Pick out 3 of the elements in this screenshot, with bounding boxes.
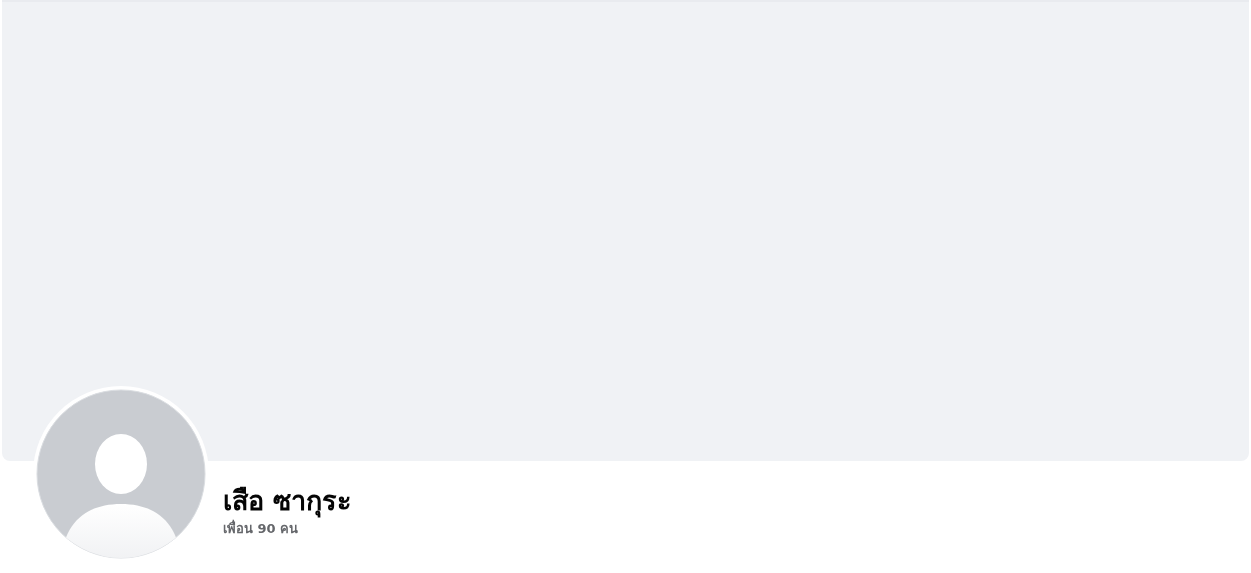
friends-count[interactable]: เพื่อน 90 คน [223, 520, 353, 538]
avatar-icon[interactable] [33, 386, 209, 562]
profile-name: เสือ ซากุระ [223, 484, 353, 518]
